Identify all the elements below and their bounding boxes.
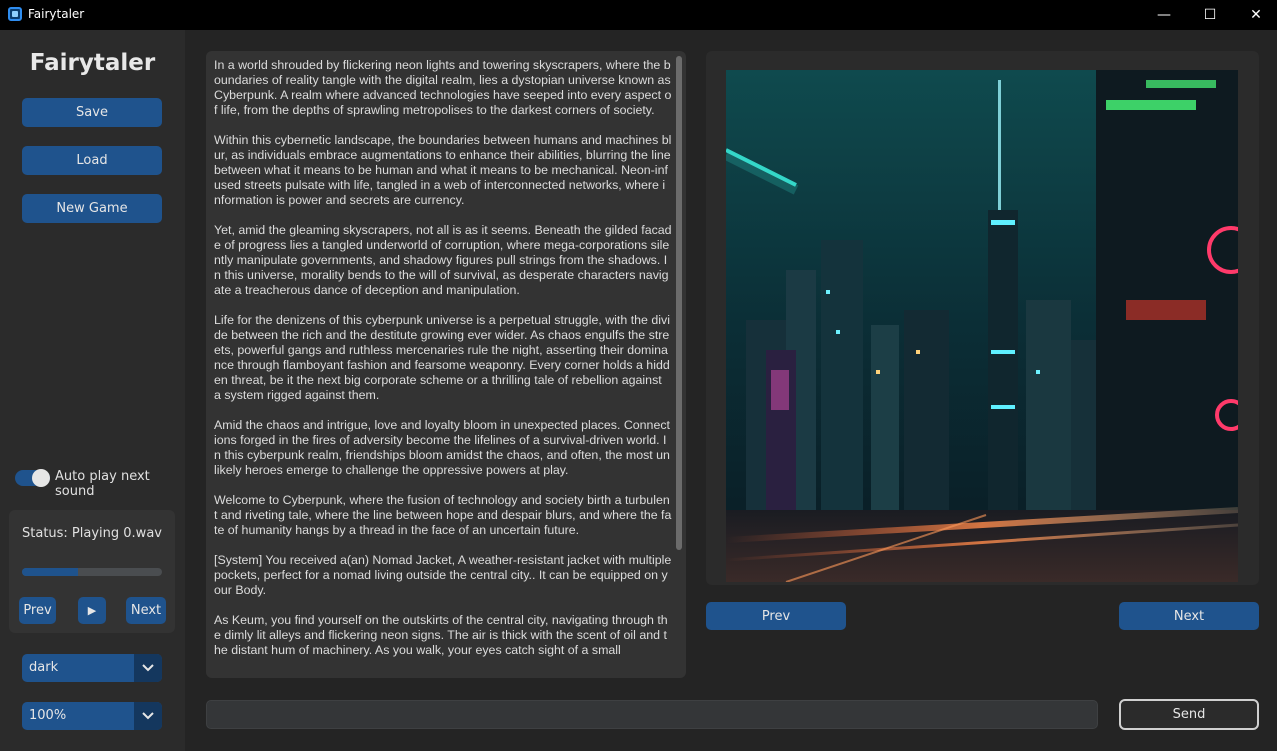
story-paragraph: Welcome to Cyberpunk, where the fusion o… — [214, 493, 672, 537]
theme-dropdown[interactable]: dark — [22, 654, 162, 682]
chevron-down-icon[interactable] — [134, 654, 162, 682]
play-button[interactable]: ▶ — [78, 597, 106, 624]
autoplay-label: Auto play next sound — [55, 469, 150, 499]
chevron-down-icon[interactable] — [134, 702, 162, 730]
story-paragraph: [System] You received a(an) Nomad Jacket… — [214, 553, 672, 597]
maximize-button[interactable]: ☐ — [1187, 0, 1233, 30]
window-title: Fairytaler — [28, 7, 85, 21]
app-brand: Fairytaler — [29, 50, 156, 76]
story-scrollbar[interactable] — [676, 56, 682, 550]
send-button[interactable]: Send — [1119, 699, 1259, 730]
title-bar: Fairytaler — ☐ ✕ — [0, 0, 1277, 30]
audio-progress-fill — [22, 568, 78, 576]
zoom-value: 100% — [29, 708, 67, 723]
maximize-icon: ☐ — [1203, 7, 1217, 23]
new-game-button[interactable]: New Game — [22, 194, 162, 223]
sidebar: Fairytaler Save Load New Game Auto play … — [0, 30, 185, 751]
status-text: Status: Playing 0.wav — [22, 526, 162, 541]
story-text: In a world shrouded by flickering neon l… — [214, 58, 672, 673]
message-input[interactable] — [206, 700, 1098, 729]
image-prev-button[interactable]: Prev — [706, 602, 846, 630]
story-paragraph: Yet, amid the gleaming skyscrapers, not … — [214, 223, 672, 297]
audio-next-button[interactable]: Next — [126, 597, 166, 624]
play-icon: ▶ — [87, 604, 97, 617]
scene-image — [726, 70, 1238, 582]
save-button[interactable]: Save — [22, 98, 162, 127]
load-button[interactable]: Load — [22, 146, 162, 175]
close-button[interactable]: ✕ — [1233, 0, 1277, 30]
theme-value: dark — [29, 660, 59, 675]
autoplay-switch-knob — [32, 469, 50, 487]
image-next-button[interactable]: Next — [1119, 602, 1259, 630]
minimize-icon: — — [1157, 7, 1171, 23]
zoom-dropdown[interactable]: 100% — [22, 702, 162, 730]
story-paragraph: Within this cybernetic landscape, the bo… — [214, 133, 672, 207]
close-icon: ✕ — [1250, 7, 1262, 23]
story-paragraph: As Keum, you find yourself on the outski… — [214, 613, 668, 657]
story-paragraph: In a world shrouded by flickering neon l… — [214, 58, 672, 117]
app-icon — [8, 7, 22, 21]
autoplay-switch[interactable] — [15, 469, 50, 487]
story-paragraph: Life for the denizens of this cyberpunk … — [214, 313, 670, 402]
minimize-button[interactable]: — — [1141, 0, 1187, 30]
story-paragraph: Amid the chaos and intrigue, love and lo… — [214, 418, 670, 477]
audio-prev-button[interactable]: Prev — [19, 597, 56, 624]
audio-status-panel: Status: Playing 0.wav Prev ▶ Next — [9, 510, 175, 633]
story-textbox[interactable]: In a world shrouded by flickering neon l… — [206, 51, 686, 678]
audio-progress-bar — [22, 568, 162, 576]
